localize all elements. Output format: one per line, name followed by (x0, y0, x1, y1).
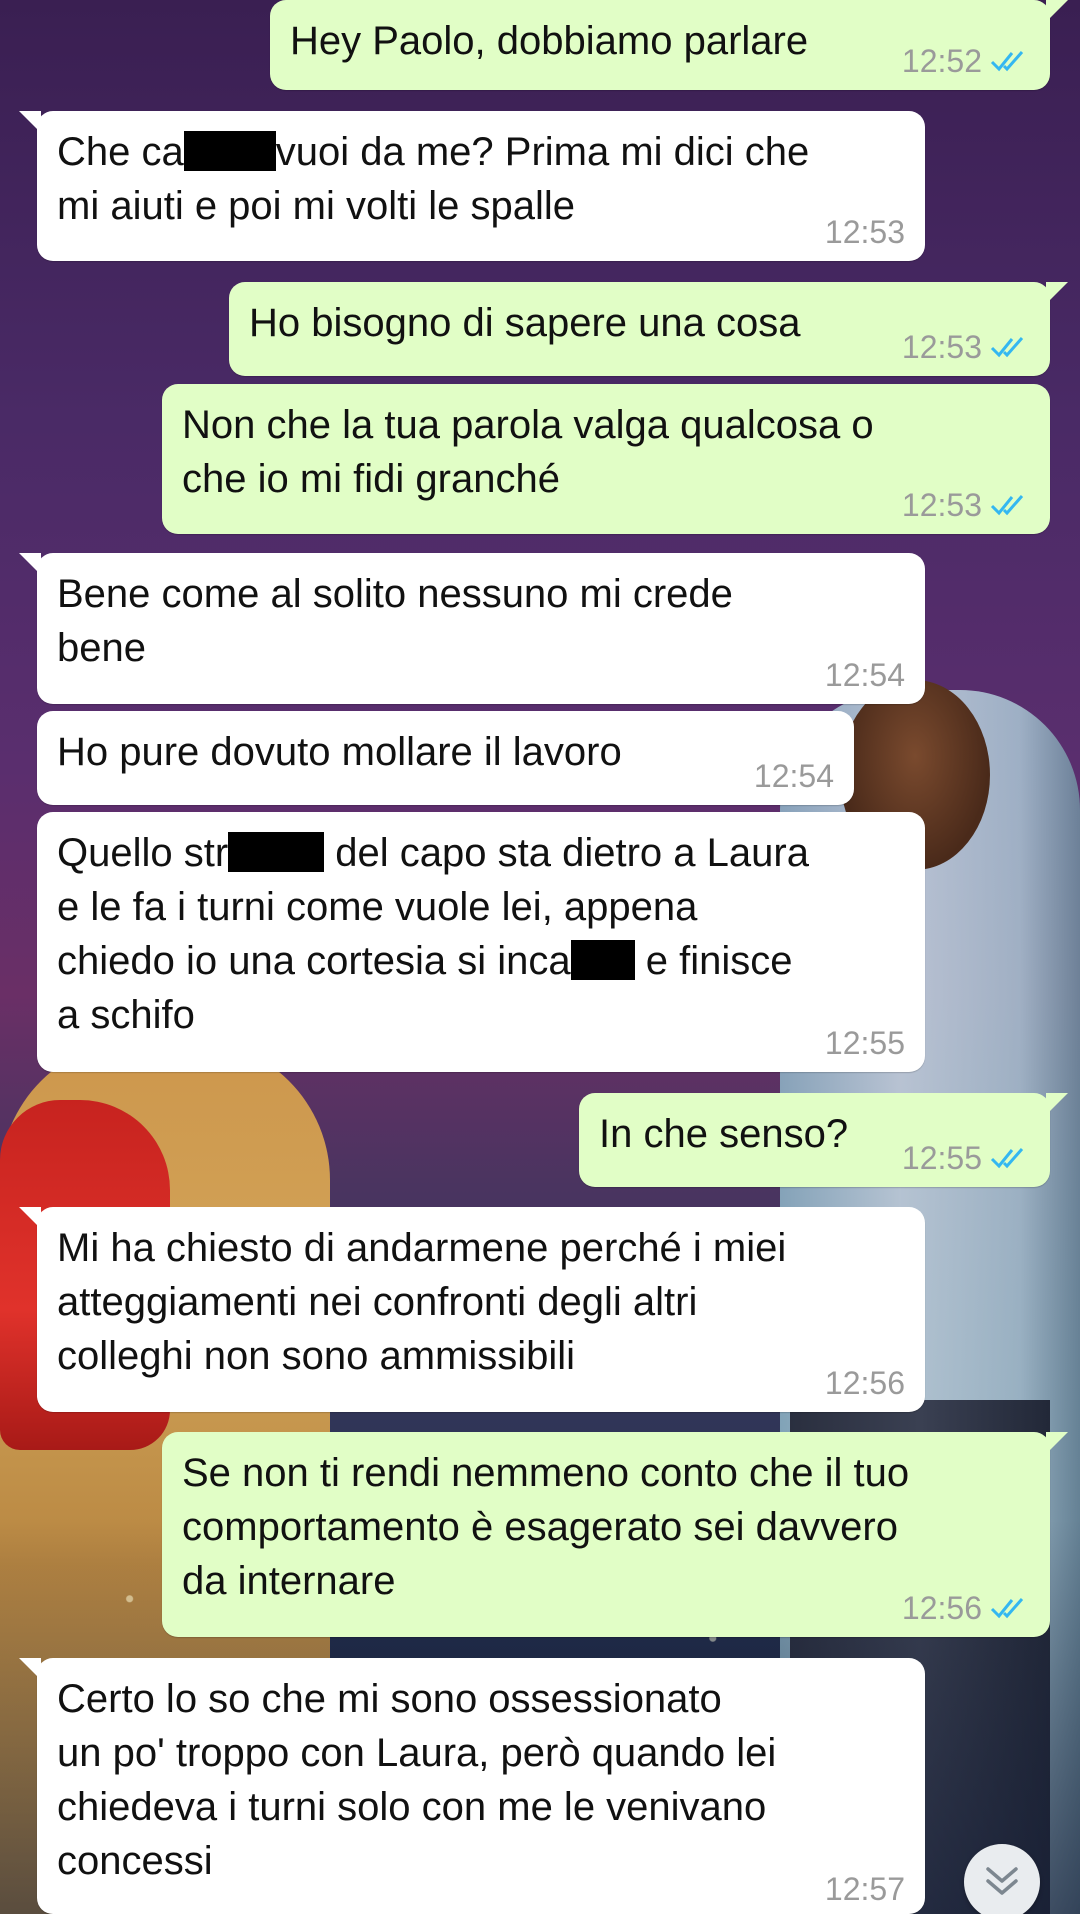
message-text: Che ca vuoi da me? Prima mi dici che mi a… (57, 125, 905, 233)
message-meta: 12:56 (902, 1591, 1030, 1625)
message-time: 12:55 (901, 1140, 982, 1176)
message-incoming[interactable]: Mi ha chiesto di andarmene perché i miei… (19, 1207, 925, 1412)
double-chevron-down-icon (986, 1867, 1018, 1895)
message-outgoing[interactable]: In che senso? 12:55 (579, 1093, 1068, 1187)
double-check-icon (990, 337, 1024, 358)
message-outgoing[interactable]: Se non ti rendi nemmeno conto che il tuo… (162, 1432, 1068, 1637)
message-text-part: Che ca (57, 130, 184, 174)
message-time: 12:52 (901, 43, 982, 79)
message-time: 12:57 (824, 1871, 905, 1907)
redaction-bar (183, 131, 276, 171)
message-time: 12:53 (901, 487, 982, 523)
message-text-part: chiedo io una cortesia si inca (57, 939, 571, 983)
message-text-part: Quello str (57, 831, 229, 875)
message-text: Mi ha chiesto di andarmene perché i miei… (57, 1226, 787, 1378)
message-text: Ho pure dovuto mollare il lavoro (57, 730, 622, 774)
double-check-icon (990, 1148, 1024, 1169)
double-check-icon (990, 1598, 1024, 1619)
message-text: Se non ti rendi nemmeno conto che il tuo… (182, 1451, 910, 1603)
message-meta: 12:55 (825, 1026, 905, 1060)
message-text-part: a schifo (57, 993, 195, 1037)
message-incoming[interactable]: Ho pure dovuto mollare il lavoro 12:54 (37, 711, 854, 805)
message-meta: 12:53 (825, 215, 905, 249)
double-check-icon (990, 51, 1024, 72)
message-outgoing[interactable]: Non che la tua parola valga qualcosa o c… (162, 384, 1050, 534)
message-meta: 12:53 (902, 330, 1030, 364)
double-check-icon (990, 495, 1024, 516)
message-time: 12:56 (824, 1365, 905, 1401)
message-meta: 12:56 (825, 1366, 905, 1400)
message-outgoing[interactable]: Ho bisogno di sapere una cosa 12:53 (229, 282, 1068, 376)
message-incoming[interactable]: Che ca vuoi da me? Prima mi dici che mi a… (19, 111, 925, 261)
message-text: Bene come al solito nessuno mi crede ben… (57, 572, 733, 670)
message-text-part: e le fa i turni come vuole lei, appena (57, 885, 698, 929)
message-incoming[interactable]: Quello str del capo sta dietro a Laura e… (37, 812, 925, 1072)
message-text-part: del capo sta dietro a Laura (324, 831, 809, 875)
message-time: 12:53 (824, 214, 905, 250)
scroll-to-bottom-button[interactable] (964, 1844, 1040, 1914)
message-time: 12:56 (901, 1590, 982, 1626)
message-meta: 12:53 (902, 488, 1030, 522)
message-meta: 12:57 (825, 1872, 905, 1906)
message-text: Certo lo so che mi sono ossessionato un … (57, 1677, 777, 1883)
message-meta: 12:55 (902, 1141, 1030, 1175)
message-time: 12:54 (753, 758, 834, 794)
message-text-part: e finisce (634, 939, 793, 983)
message-meta: 12:54 (825, 658, 905, 692)
message-text: Quello str del capo sta dietro a Laura e… (57, 826, 905, 1042)
message-meta: 12:54 (754, 759, 834, 793)
chat-view: Hey Paolo, dobbiamo parlare 12:52 Che ca… (0, 0, 1080, 1914)
message-outgoing[interactable]: Hey Paolo, dobbiamo parlare 12:52 (270, 0, 1068, 90)
message-meta: 12:52 (902, 44, 1030, 78)
message-time: 12:55 (824, 1025, 905, 1061)
message-time: 12:54 (824, 657, 905, 693)
redaction-bar (570, 940, 635, 980)
redaction-bar (228, 832, 325, 872)
message-incoming[interactable]: Certo lo so che mi sono ossessionato un … (19, 1658, 925, 1914)
message-incoming[interactable]: Bene come al solito nessuno mi crede ben… (19, 553, 925, 704)
message-time: 12:53 (901, 329, 982, 365)
